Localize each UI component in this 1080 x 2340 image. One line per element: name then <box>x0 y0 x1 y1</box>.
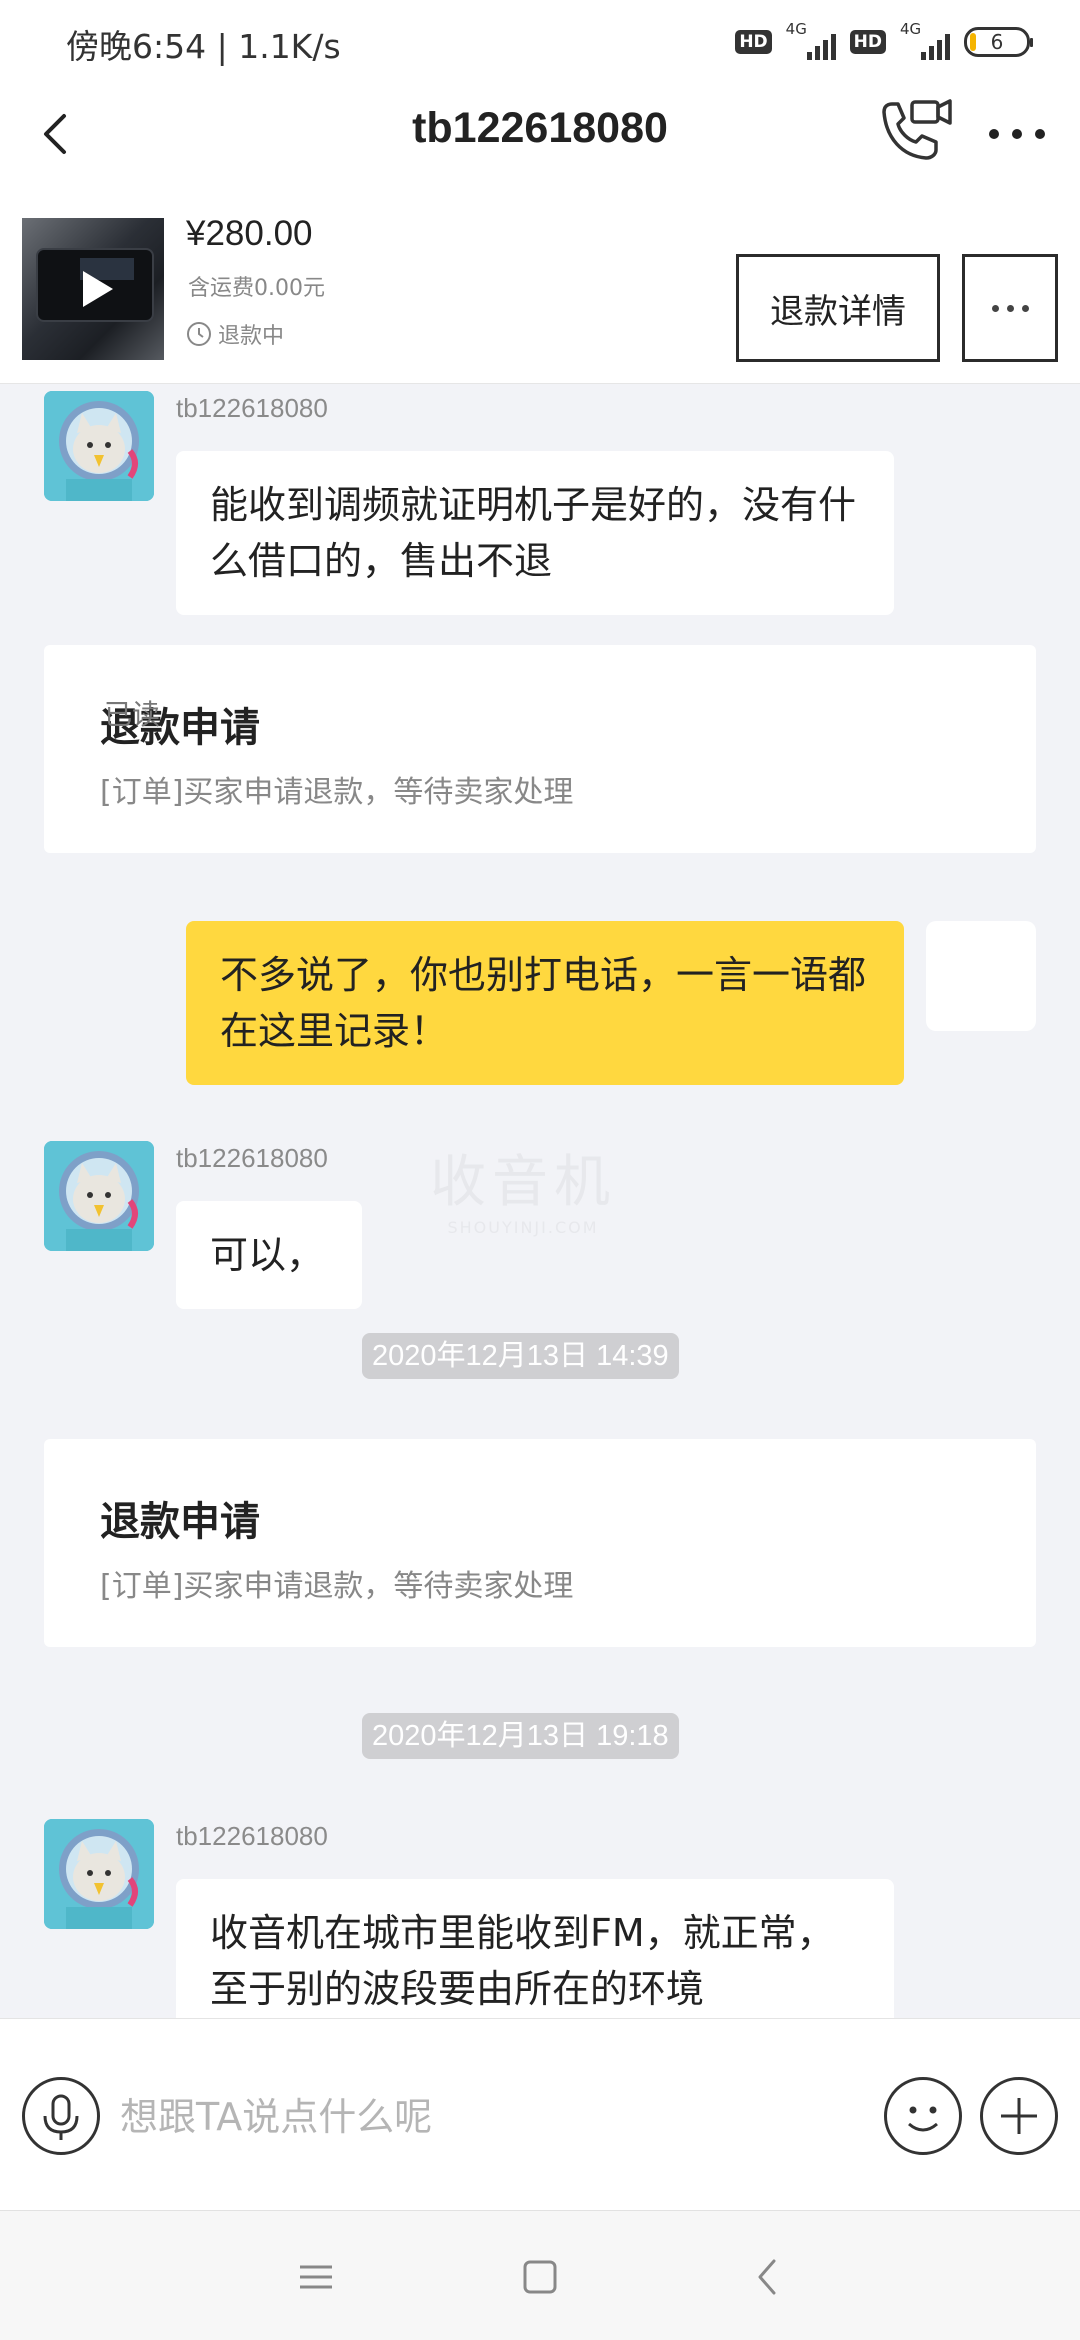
status-bar: 傍晚6:54 | 1.1K/s HD 4G HD 4G 6 <box>0 0 1080 84</box>
battery-icon: 6 <box>964 27 1033 57</box>
network-type-label: 4G <box>785 20 807 38</box>
more-actions-button[interactable] <box>980 2077 1058 2155</box>
play-icon <box>83 271 113 307</box>
battery-level: 6 <box>990 30 1004 54</box>
card-description: [订单]买家申请退款，等待卖家处理 <box>100 1569 574 1604</box>
chat-header: tb122618080 <box>0 84 1080 184</box>
menu-icon[interactable] <box>286 2251 346 2303</box>
refund-request-card[interactable]: 退款申请 [订单]买家申请退款，等待卖家处理 <box>44 1439 1036 1647</box>
message-input-bar <box>0 2018 1080 2210</box>
timestamp-divider: 2020年12月13日 19:18 <box>362 1713 679 1759</box>
card-title: 退款申请 <box>100 1499 260 1545</box>
voice-input-button[interactable] <box>22 2077 100 2155</box>
message-bubble[interactable]: 可以， <box>176 1201 362 1309</box>
signal-icon: 4G <box>900 20 950 60</box>
sender-name: tb122618080 <box>176 1143 328 1173</box>
chat-message-list[interactable]: 收音机 SHOUYINJI.COM tb122618080 能收到调频就证明机子… <box>0 385 1080 2018</box>
product-bar: ¥280.00 含运费0.00元 退款中 退款详情 <box>0 184 1080 384</box>
back-nav-icon[interactable] <box>738 2251 798 2303</box>
network-type-label: 4G <box>900 20 922 38</box>
my-avatar[interactable] <box>926 921 1036 1031</box>
refund-detail-button[interactable]: 退款详情 <box>736 254 940 362</box>
sender-name: tb122618080 <box>176 1821 328 1851</box>
home-icon[interactable] <box>510 2251 570 2303</box>
status-time-speed: 傍晚6:54 | 1.1K/s <box>66 27 341 66</box>
plus-icon <box>1001 2098 1037 2134</box>
watermark: 收音机 SHOUYINJI.COM <box>430 1150 616 1237</box>
microphone-icon <box>43 2094 79 2140</box>
product-shipping: 含运费0.00元 <box>188 276 325 301</box>
product-more-button[interactable] <box>962 254 1058 362</box>
more-dots-icon <box>991 304 999 312</box>
signal-icon: 4G <box>786 20 836 60</box>
seller-avatar[interactable] <box>44 1819 154 1929</box>
sender-name: tb122618080 <box>176 393 328 423</box>
product-video-thumbnail[interactable] <box>22 218 164 360</box>
message-bubble[interactable]: 能收到调频就证明机子是好的，没有什么借口的，售出不退 <box>176 451 894 615</box>
read-status: 已读 <box>104 698 161 731</box>
refund-status: 退款中 <box>186 318 284 350</box>
timestamp-divider: 2020年12月13日 14:39 <box>362 1333 679 1379</box>
status-icons: HD 4G HD 4G 6 <box>735 20 1033 60</box>
message-bubble[interactable]: 收音机在城市里能收到FM，就正常，至于别的波段要由所在的环境 <box>176 1879 894 2018</box>
hd-icon: HD <box>735 30 772 54</box>
refund-status-label: 退款中 <box>218 324 285 349</box>
message-input[interactable] <box>120 2079 860 2155</box>
refund-request-card[interactable]: 退款申请 [订单]买家申请退款，等待卖家处理 <box>44 645 1036 853</box>
clock-icon <box>187 322 211 346</box>
emoji-button[interactable] <box>884 2077 962 2155</box>
video-call-icon[interactable] <box>874 94 954 170</box>
system-navigation-bar <box>0 2210 1080 2340</box>
product-price: ¥280.00 <box>186 214 313 253</box>
smiley-icon <box>908 2106 938 2132</box>
card-description: [订单]买家申请退款，等待卖家处理 <box>100 775 574 810</box>
seller-avatar[interactable] <box>44 1141 154 1251</box>
more-dots-icon[interactable] <box>982 106 1052 162</box>
hd-icon: HD <box>849 30 886 54</box>
seller-avatar[interactable] <box>44 391 154 501</box>
my-message-bubble[interactable]: 不多说了，你也别打电话，一言一语都在这里记录！ <box>186 921 904 1085</box>
